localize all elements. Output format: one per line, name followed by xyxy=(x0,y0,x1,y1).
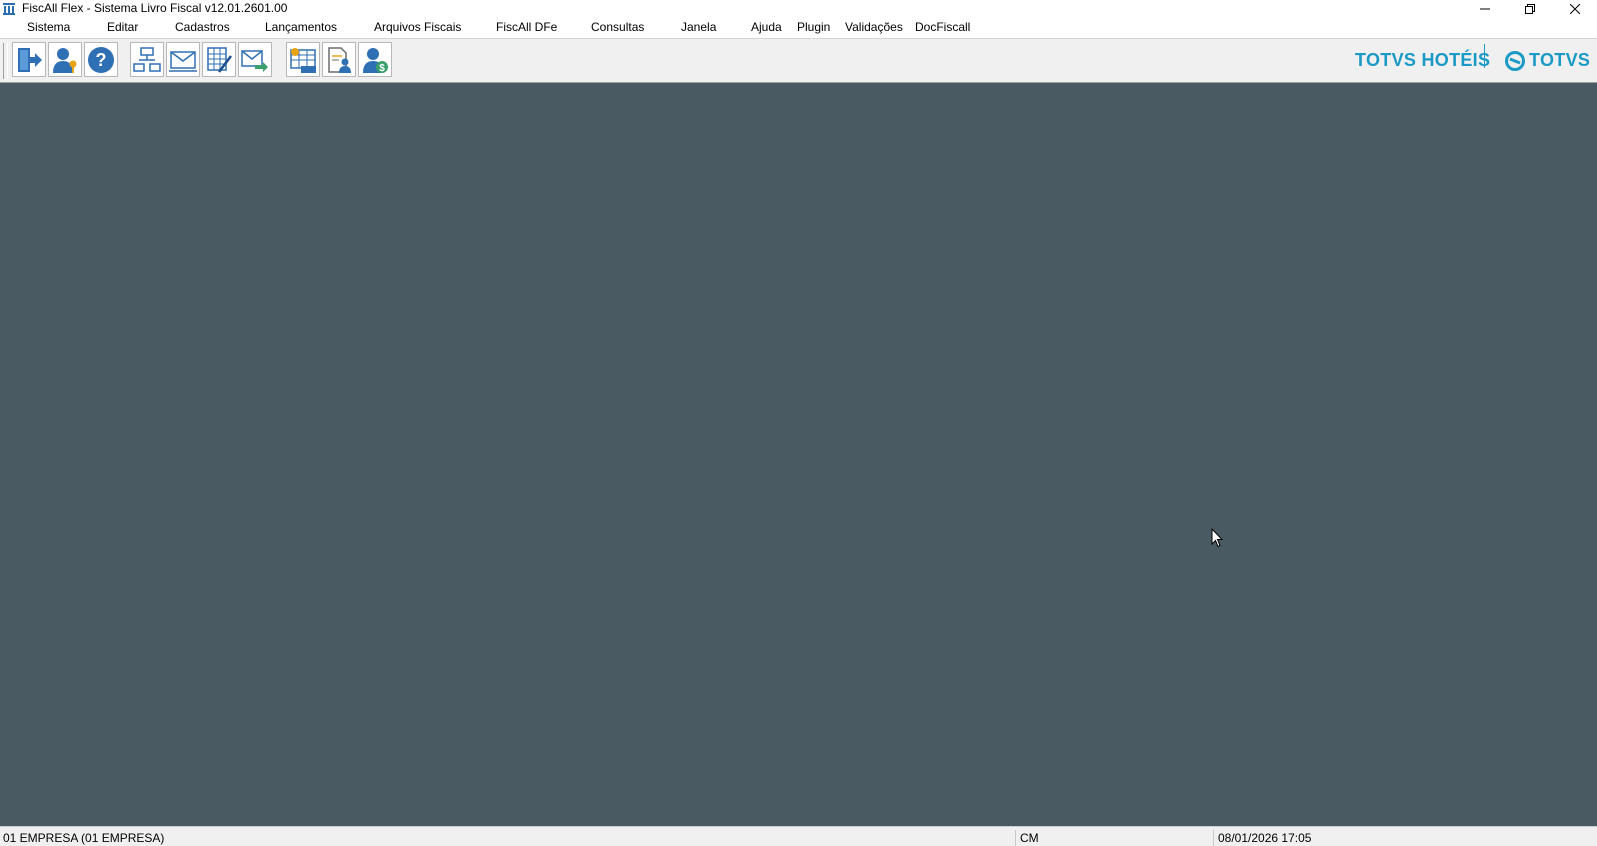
toolbar: ? $ TOTVS HOTÉIS TOTVS xyxy=(0,39,1597,83)
mail-inbox-icon xyxy=(169,50,197,72)
minimize-button[interactable] xyxy=(1462,0,1507,17)
totvs-mark-icon xyxy=(1505,50,1525,71)
exit-button[interactable] xyxy=(12,42,46,77)
svg-text:?: ? xyxy=(96,50,107,70)
spreadsheet-edit-button[interactable] xyxy=(202,42,236,77)
menu-cadastros[interactable]: Cadastros xyxy=(175,17,230,38)
menu-ajuda[interactable]: Ajuda xyxy=(751,17,782,38)
icms-table-icon xyxy=(290,47,316,73)
help-icon: ? xyxy=(88,46,114,73)
menu-arquivos-fiscais[interactable]: Arquivos Fiscais xyxy=(374,17,461,38)
menu-fiscall-dfe[interactable]: FiscAll DFe xyxy=(496,17,557,38)
mail-inbox-button[interactable] xyxy=(166,42,200,77)
org-chart-icon xyxy=(133,46,161,72)
help-button[interactable]: ? xyxy=(84,42,118,77)
restore-icon xyxy=(1524,3,1535,14)
brand-divider xyxy=(1484,44,1485,68)
mail-forward-icon xyxy=(241,49,268,72)
menu-validacoes[interactable]: Validações xyxy=(845,17,903,38)
building-columns-icon xyxy=(2,2,16,16)
icms-table-button[interactable] xyxy=(286,42,320,77)
totvs-hoteis-logo: TOTVS HOTÉIS xyxy=(1355,50,1491,70)
status-datetime: 08/01/2026 17:05 xyxy=(1218,831,1312,845)
menu-consultas[interactable]: Consultas xyxy=(591,17,644,38)
spreadsheet-edit-icon xyxy=(207,46,232,73)
toolbar-grip[interactable] xyxy=(3,43,8,79)
restore-button[interactable] xyxy=(1507,0,1552,17)
exit-door-icon xyxy=(18,47,42,72)
minimize-icon xyxy=(1479,8,1490,9)
user-money-icon: $ xyxy=(363,47,388,74)
totvs-logo: TOTVS xyxy=(1505,39,1590,82)
window-controls xyxy=(1462,0,1597,17)
status-company: 01 EMPRESA (01 EMPRESA) xyxy=(3,831,165,845)
menu-docfiscall[interactable]: DocFiscall xyxy=(915,17,970,38)
totvs-logo-text: TOTVS xyxy=(1529,50,1591,70)
menu-bar: Sistema Editar Cadastros Lançamentos Arq… xyxy=(0,17,1597,39)
status-code: CM xyxy=(1020,831,1039,845)
menu-janela[interactable]: Janela xyxy=(681,17,716,38)
app-window: FiscAll Flex - Sistema Livro Fiscal v12.… xyxy=(0,0,1597,846)
mdi-workspace[interactable] xyxy=(0,83,1597,826)
user-access-button[interactable] xyxy=(48,42,82,77)
status-separator xyxy=(1015,830,1016,846)
close-button[interactable] xyxy=(1552,0,1597,17)
mouse-cursor-icon xyxy=(1211,528,1223,548)
menu-lancamentos[interactable]: Lançamentos xyxy=(265,17,337,38)
window-title: FiscAll Flex - Sistema Livro Fiscal v12.… xyxy=(22,1,288,15)
document-user-button[interactable] xyxy=(322,42,356,77)
mail-forward-button[interactable] xyxy=(238,42,272,77)
title-bar: FiscAll Flex - Sistema Livro Fiscal v12.… xyxy=(0,0,1597,17)
close-icon xyxy=(1569,3,1580,14)
menu-editar[interactable]: Editar xyxy=(107,17,138,38)
document-user-icon xyxy=(328,46,351,73)
user-key-icon xyxy=(53,47,77,73)
status-bar: 01 EMPRESA (01 EMPRESA) CM 08/01/2026 17… xyxy=(0,826,1597,846)
status-separator xyxy=(1213,830,1214,846)
org-structure-button[interactable] xyxy=(130,42,164,77)
menu-plugin[interactable]: Plugin xyxy=(797,17,830,38)
user-money-button[interactable]: $ xyxy=(358,42,392,77)
svg-text:$: $ xyxy=(379,63,385,74)
menu-sistema[interactable]: Sistema xyxy=(27,17,70,38)
